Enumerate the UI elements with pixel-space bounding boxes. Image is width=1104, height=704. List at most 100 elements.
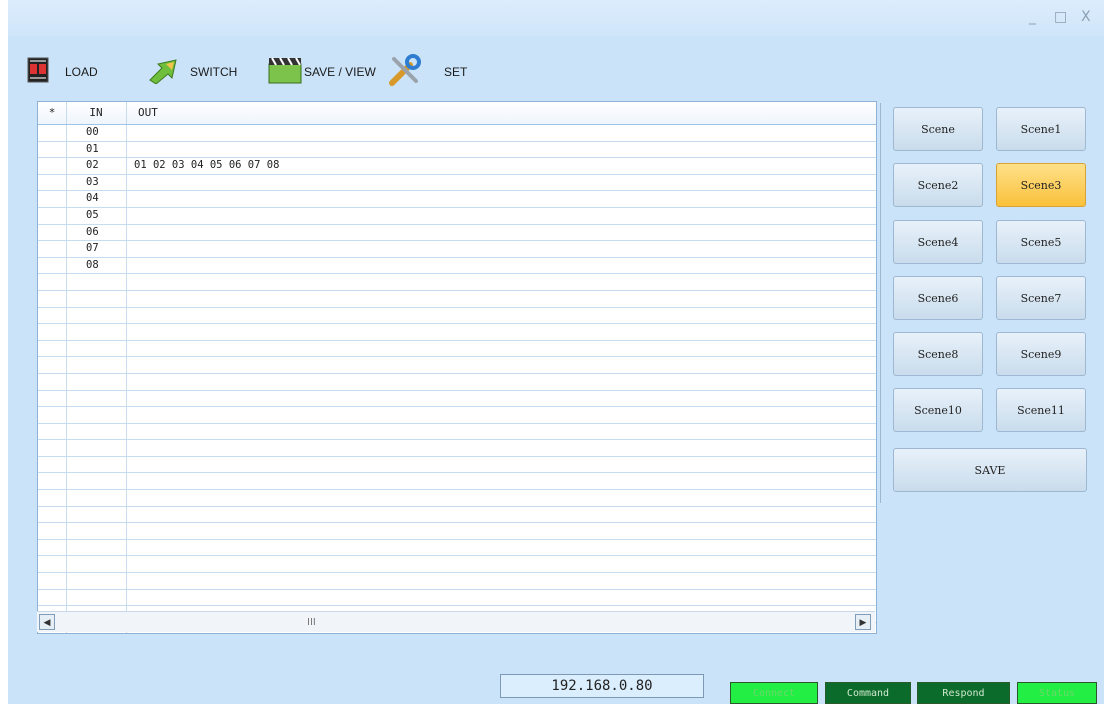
respond-indicator: Respond bbox=[917, 682, 1010, 704]
table-row[interactable] bbox=[38, 573, 876, 590]
in-cell[interactable] bbox=[66, 473, 127, 490]
switch-tool[interactable]: SWITCH bbox=[148, 52, 237, 92]
row-marker bbox=[38, 473, 67, 490]
in-cell[interactable] bbox=[66, 589, 127, 606]
horizontal-scrollbar[interactable]: ◀ III ▶ bbox=[37, 611, 875, 632]
close-button[interactable]: X bbox=[1081, 9, 1091, 25]
in-cell[interactable]: 04 bbox=[66, 191, 127, 207]
table-row[interactable]: 06 bbox=[38, 224, 876, 242]
in-cell[interactable] bbox=[66, 340, 127, 357]
minimize-button[interactable]: _ bbox=[1029, 9, 1036, 25]
table-row[interactable] bbox=[38, 407, 876, 424]
in-cell[interactable] bbox=[66, 456, 127, 473]
in-cell[interactable]: 05 bbox=[66, 207, 127, 224]
in-cell[interactable] bbox=[66, 506, 127, 523]
in-cell[interactable] bbox=[66, 290, 127, 307]
table-row[interactable] bbox=[38, 506, 876, 524]
scroll-left-icon[interactable]: ◀ bbox=[39, 614, 55, 630]
table-row[interactable] bbox=[38, 473, 876, 491]
table-row[interactable] bbox=[38, 357, 876, 374]
app-window: _ □ X LOAD SWITCH SAVE / VIEW SET * IN O… bbox=[8, 0, 1104, 704]
table-row[interactable]: 08 bbox=[38, 257, 876, 275]
table-row[interactable]: 01 bbox=[38, 141, 876, 159]
in-cell[interactable]: 07 bbox=[66, 241, 127, 257]
table-row[interactable]: 04 bbox=[38, 191, 876, 208]
in-cell[interactable]: 01 bbox=[66, 141, 127, 158]
table-row[interactable]: 07 bbox=[38, 241, 876, 258]
scene1-button[interactable]: Scene1 bbox=[996, 107, 1086, 151]
table-row[interactable] bbox=[38, 340, 876, 358]
scene7-button[interactable]: Scene7 bbox=[996, 276, 1086, 320]
scene4-button[interactable]: Scene4 bbox=[893, 220, 983, 264]
in-cell[interactable] bbox=[66, 357, 127, 373]
routing-table[interactable]: * IN OUT 00 01 02 01 02 03 04 05 06 07 08 03… bbox=[37, 101, 877, 634]
scene11-button[interactable]: Scene11 bbox=[996, 388, 1086, 432]
scroll-right-icon[interactable]: ▶ bbox=[855, 614, 871, 630]
table-body: 00 01 02 01 02 03 04 05 06 07 08 03 04 05 06 07 0… bbox=[38, 125, 876, 633]
scroll-thumb[interactable]: III bbox=[307, 617, 316, 628]
in-cell[interactable]: 06 bbox=[66, 224, 127, 241]
scene2-button[interactable]: Scene2 bbox=[893, 163, 983, 207]
save-view-tool[interactable]: SAVE / VIEW bbox=[268, 52, 376, 92]
scene10-button[interactable]: Scene10 bbox=[893, 388, 983, 432]
in-cell[interactable] bbox=[66, 390, 127, 407]
scene6-button[interactable]: Scene6 bbox=[893, 276, 983, 320]
in-cell[interactable] bbox=[66, 324, 127, 340]
row-marker bbox=[38, 573, 67, 589]
table-row[interactable] bbox=[38, 440, 876, 457]
row-marker bbox=[38, 373, 67, 390]
load-label: LOAD bbox=[65, 65, 98, 79]
table-row[interactable] bbox=[38, 423, 876, 441]
in-cell[interactable]: 03 bbox=[66, 174, 127, 191]
scene5-button[interactable]: Scene5 bbox=[996, 220, 1086, 264]
table-row[interactable] bbox=[38, 539, 876, 557]
in-cell[interactable] bbox=[66, 274, 127, 290]
maximize-button[interactable]: □ bbox=[1054, 9, 1067, 25]
row-marker bbox=[38, 224, 67, 241]
scene8-button[interactable]: Scene8 bbox=[893, 332, 983, 376]
scene3-button[interactable]: Scene3 bbox=[996, 163, 1086, 207]
in-cell[interactable] bbox=[66, 539, 127, 556]
in-value: 01 bbox=[86, 142, 99, 155]
in-value: 07 bbox=[86, 242, 99, 255]
table-row[interactable] bbox=[38, 490, 876, 507]
in-cell[interactable] bbox=[66, 407, 127, 423]
in-cell[interactable] bbox=[66, 440, 127, 456]
row-marker bbox=[38, 506, 67, 523]
table-row[interactable] bbox=[38, 373, 876, 391]
scene9-button[interactable]: Scene9 bbox=[996, 332, 1086, 376]
in-cell[interactable]: 08 bbox=[66, 257, 127, 274]
in-cell[interactable] bbox=[66, 423, 127, 440]
ip-address-field[interactable]: 192.168.0.80 bbox=[500, 674, 704, 698]
table-row[interactable] bbox=[38, 324, 876, 341]
in-cell[interactable] bbox=[66, 307, 127, 324]
table-row[interactable] bbox=[38, 307, 876, 325]
table-row[interactable]: 00 bbox=[38, 125, 876, 142]
in-cell[interactable] bbox=[66, 573, 127, 589]
table-row[interactable] bbox=[38, 589, 876, 607]
in-cell[interactable]: 02 bbox=[66, 158, 127, 174]
in-cell[interactable] bbox=[66, 523, 127, 539]
table-row[interactable] bbox=[38, 523, 876, 540]
scene-button[interactable]: Scene bbox=[893, 107, 983, 151]
row-marker bbox=[38, 390, 67, 407]
in-cell[interactable] bbox=[66, 556, 127, 573]
table-row[interactable] bbox=[38, 290, 876, 308]
load-tool[interactable]: LOAD bbox=[27, 52, 98, 92]
row-marker bbox=[38, 556, 67, 573]
out-cell[interactable]: 01 02 03 04 05 06 07 08 bbox=[134, 158, 279, 173]
table-row[interactable]: 02 01 02 03 04 05 06 07 08 bbox=[38, 158, 876, 175]
table-row[interactable] bbox=[38, 274, 876, 291]
table-row[interactable]: 03 bbox=[38, 174, 876, 192]
in-cell[interactable] bbox=[66, 373, 127, 390]
in-cell[interactable] bbox=[66, 490, 127, 506]
table-row[interactable] bbox=[38, 456, 876, 474]
table-row[interactable] bbox=[38, 390, 876, 408]
table-row[interactable] bbox=[38, 556, 876, 574]
save-button[interactable]: SAVE bbox=[893, 448, 1087, 492]
in-cell[interactable]: 00 bbox=[66, 125, 127, 141]
in-value: 08 bbox=[86, 258, 99, 271]
set-tool[interactable]: SET bbox=[388, 52, 467, 92]
table-row[interactable]: 05 bbox=[38, 207, 876, 225]
row-marker bbox=[38, 440, 67, 456]
